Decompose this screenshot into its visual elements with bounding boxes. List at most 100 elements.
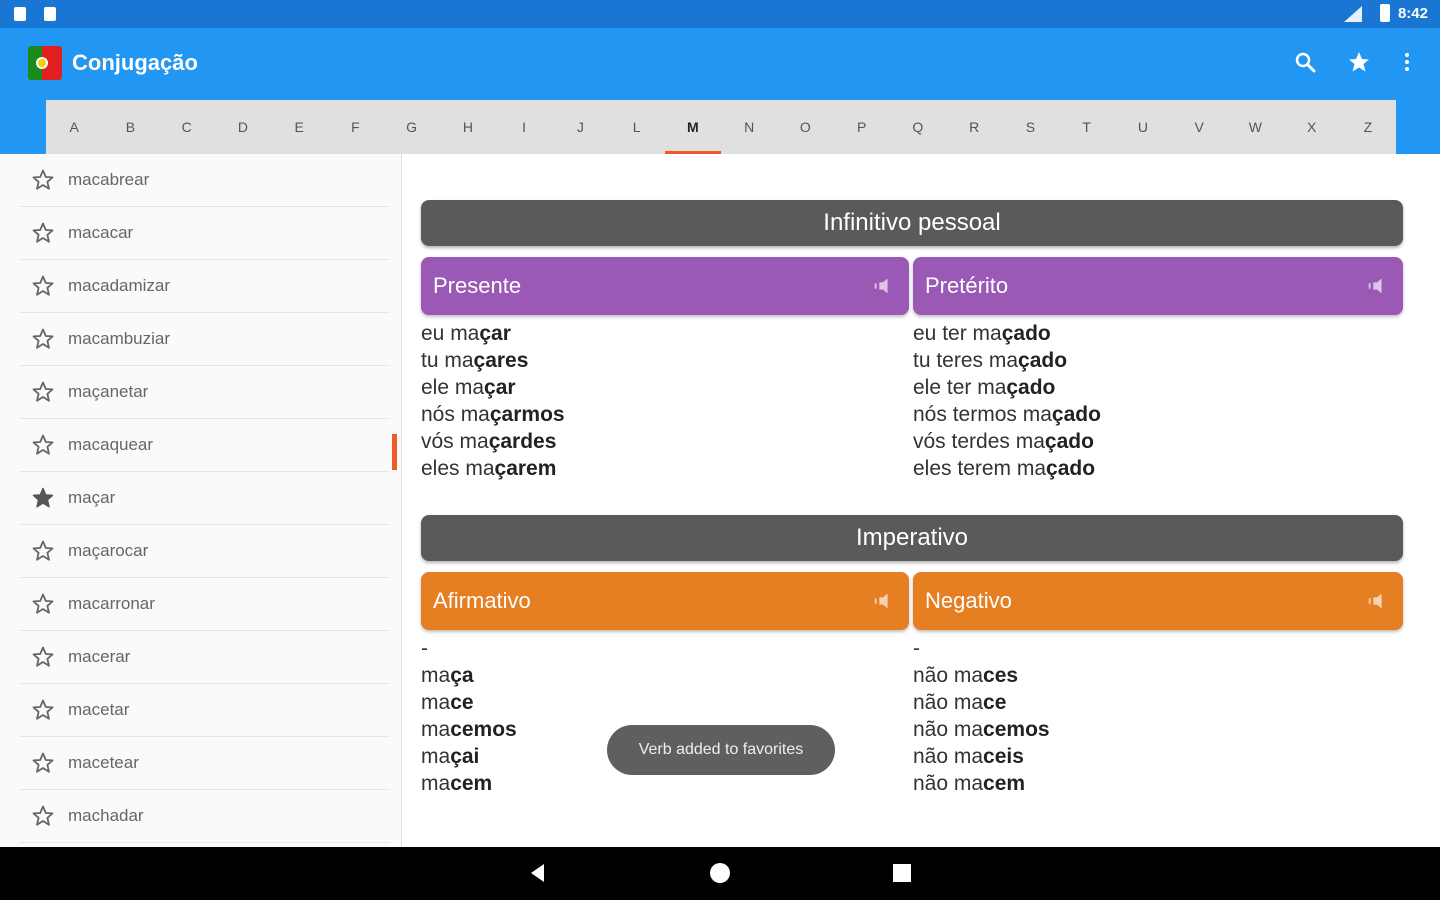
tab-letter-o[interactable]: O [777,100,833,154]
conjugation-line: vós terdes maçado [913,428,1101,455]
speaker-icon[interactable] [871,590,895,612]
conjugation-line: - [913,635,1050,662]
verb-list-item[interactable]: macaquear [20,419,390,472]
status-time: 8:42 [1397,5,1428,22]
conjugation-line: eu maçar [421,320,565,347]
verb-list-item[interactable]: maçanetar [20,366,390,419]
conjugation-line: maça [421,662,517,689]
star-outline-icon[interactable] [31,380,55,404]
conjugation-line: não macemos [913,716,1050,743]
conjugation-line: maçai [421,743,517,770]
favorites-button[interactable] [1345,48,1373,76]
tab-letter-m[interactable]: M [664,100,722,154]
star-outline-icon[interactable] [31,433,55,457]
tab-letter-a[interactable]: A [46,100,102,154]
conjugation-list: eu maçar tu maçares ele maçar nós maçarmos v… [421,320,565,482]
tense-header: Afirmativo [421,572,909,630]
verb-list-item[interactable]: macacar [20,207,390,260]
tab-letter-h[interactable]: H [440,100,496,154]
star-outline-icon[interactable] [31,221,55,245]
more-vert-icon [1405,53,1409,71]
tab-letter-c[interactable]: C [159,100,215,154]
verb-list-item[interactable]: macetar [20,684,390,737]
conjugation-stem: - [913,637,920,660]
tab-letter-b[interactable]: B [102,100,158,154]
verb-label: macarronar [68,594,155,613]
conjugation-ending: çado [1046,457,1096,480]
verb-list-item[interactable]: macarronar [20,578,390,631]
scroll-indicator[interactable] [392,434,397,470]
conjugation-ending: cemos [450,718,517,741]
tab-letter-s[interactable]: S [1002,100,1058,154]
star-outline-icon[interactable] [31,804,55,828]
battery-icon [1380,4,1390,22]
tab-letter-q[interactable]: Q [890,100,946,154]
conjugation-ending: çares [473,349,529,372]
star-filled-icon[interactable] [31,486,55,510]
tab-letter-f[interactable]: F [327,100,383,154]
verb-list-item[interactable]: macabrear [20,154,390,207]
tab-letter-w[interactable]: W [1227,100,1283,154]
toast-message: Verb added to favorites [607,725,835,775]
verb-label: maçarocar [68,541,149,560]
star-outline-icon[interactable] [31,751,55,775]
verb-label: macambuziar [68,329,171,348]
tab-letter-i[interactable]: I [496,100,552,154]
tab-letter-d[interactable]: D [215,100,271,154]
tab-letter-l[interactable]: L [609,100,665,154]
verb-list-item[interactable]: macambuziar [20,313,390,366]
conjugation-stem: não ma [913,745,984,768]
tab-letter-r[interactable]: R [946,100,1002,154]
verb-list-item[interactable]: machadar [20,790,390,843]
tab-letter-n[interactable]: N [721,100,777,154]
app-title: Conjugação [72,50,198,75]
search-button[interactable] [1291,48,1319,76]
verb-list[interactable]: macabrear macacar macadamizar macambuziar ma… [0,154,402,847]
signal-icon [1344,6,1362,22]
verb-list-item[interactable]: macerar [20,631,390,684]
recents-icon[interactable] [890,861,914,885]
back-icon[interactable] [526,861,550,885]
speaker-icon[interactable] [1365,275,1389,297]
conjugation-stem: ele ma [421,376,485,399]
tab-letter-u[interactable]: U [1115,100,1171,154]
star-outline-icon[interactable] [31,698,55,722]
star-outline-icon[interactable] [31,274,55,298]
navigation-bar [0,847,1440,900]
tab-letter-z[interactable]: Z [1340,100,1396,154]
conjugation-line: nós maçarmos [421,401,565,428]
conjugation-stem: ma [421,691,451,714]
verb-list-item[interactable]: maçar [20,472,390,525]
star-outline-icon[interactable] [31,592,55,616]
star-outline-icon[interactable] [31,645,55,669]
conjugation-line: eu ter maçado [913,320,1101,347]
conjugation-stem: nós termos ma [913,403,1052,426]
tab-letter-g[interactable]: G [384,100,440,154]
tab-letter-t[interactable]: T [1059,100,1115,154]
conjugation-ending: çarmos [489,403,565,426]
speaker-icon[interactable] [871,275,895,297]
verb-label: macetar [68,700,130,719]
star-outline-icon[interactable] [31,327,55,351]
conjugation-line: nós termos maçado [913,401,1101,428]
tab-letter-j[interactable]: J [552,100,608,154]
conjugation-stem: ma [421,745,451,768]
tab-letter-v[interactable]: V [1171,100,1227,154]
conjugation-line: não maces [913,662,1050,689]
conjugation-line: macem [421,770,517,797]
speaker-icon[interactable] [1365,590,1389,612]
verb-label: macetear [68,753,139,772]
home-icon[interactable] [708,861,732,885]
tense-title: Afirmativo [433,588,531,613]
verb-list-item[interactable]: macetear [20,737,390,790]
tab-letter-x[interactable]: X [1284,100,1340,154]
star-outline-icon[interactable] [31,168,55,192]
tab-letter-e[interactable]: E [271,100,327,154]
tab-letter-p[interactable]: P [834,100,890,154]
star-icon [1349,52,1369,72]
star-outline-icon[interactable] [31,539,55,563]
verb-list-item[interactable]: maçarocar [20,525,390,578]
conjugation-ending: çarem [494,457,557,480]
verb-list-item[interactable]: macadamizar [20,260,390,313]
overflow-menu-button[interactable] [1393,48,1421,76]
